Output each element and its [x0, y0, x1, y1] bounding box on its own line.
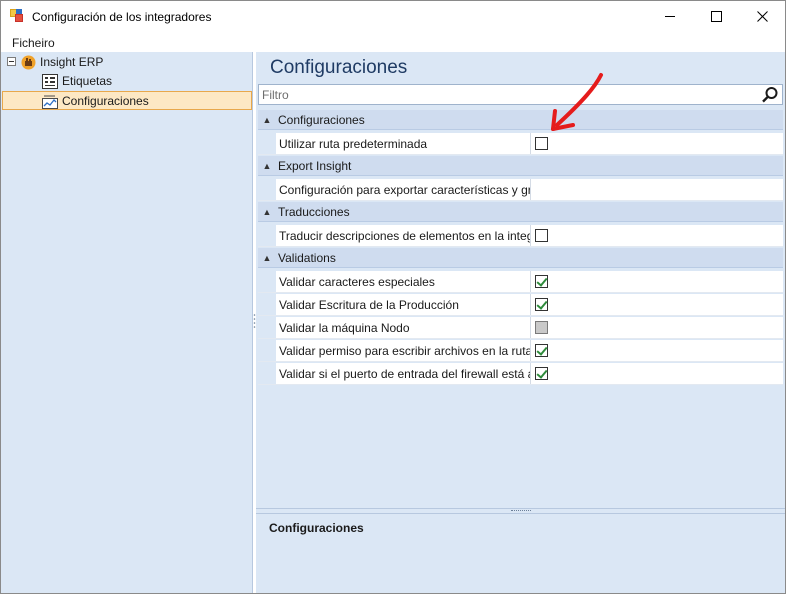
category-label: Traducciones — [278, 204, 350, 219]
menu-bar: Ficheiro — [1, 33, 785, 52]
row-gutter — [258, 294, 276, 315]
factory-icon — [21, 55, 36, 69]
property-grid: ▲ Configuraciones Utilizar ruta predeter… — [258, 110, 783, 386]
property-value-text[interactable] — [531, 179, 783, 200]
property-row: Configuración para exportar característi… — [258, 179, 783, 201]
labels-icon — [42, 73, 58, 89]
help-splitter[interactable] — [256, 508, 785, 514]
property-value — [531, 317, 783, 338]
property-value — [531, 363, 783, 384]
category-row[interactable]: ▲ Configuraciones — [258, 110, 783, 130]
property-name[interactable]: Validar caracteres especiales — [276, 271, 531, 292]
category-row[interactable]: ▲ Export Insight — [258, 156, 783, 176]
tree-panel: Insight ERP Etiquetas Configuraciones — [1, 52, 253, 593]
property-name[interactable]: Utilizar ruta predeterminada — [276, 133, 531, 154]
tree-item-label: Insight ERP — [40, 55, 104, 69]
checkbox-maquina-nodo[interactable] — [535, 321, 548, 334]
property-name[interactable]: Traducir descripciones de elementos en l… — [276, 225, 531, 246]
row-gutter — [258, 225, 276, 246]
annotation-arrow-icon — [551, 73, 603, 131]
close-icon — [756, 11, 768, 22]
property-name[interactable]: Validar Escritura de la Producción — [276, 294, 531, 315]
category-label: Validations — [278, 250, 336, 265]
row-gutter — [258, 317, 276, 338]
property-value — [531, 294, 783, 315]
property-value — [531, 340, 783, 361]
tree-item-label: Etiquetas — [62, 74, 113, 88]
properties-panel: Configuraciones ▲ Configuraciones Utiliz… — [256, 52, 785, 593]
chevron-up-icon[interactable]: ▲ — [258, 202, 276, 222]
property-row: Validar caracteres especiales — [258, 271, 783, 293]
window: Configuración de los integradores Fichei… — [0, 0, 786, 594]
menu-ficheiro[interactable]: Ficheiro — [12, 36, 55, 50]
row-gutter — [258, 179, 276, 200]
property-row: Validar la máquina Nodo — [258, 317, 783, 339]
tree-item-label: Configuraciones — [62, 94, 149, 108]
minimize-button[interactable] — [647, 1, 693, 32]
tree-collapse-toggle[interactable] — [7, 57, 16, 66]
minimize-icon — [664, 16, 675, 17]
property-row: Utilizar ruta predeterminada — [258, 133, 783, 155]
row-gutter — [258, 133, 276, 154]
close-button[interactable] — [739, 1, 785, 32]
property-value — [531, 271, 783, 292]
row-gutter — [258, 363, 276, 384]
search-icon[interactable] — [761, 86, 779, 104]
property-name[interactable]: Validar permiso para escribir archivos e… — [276, 340, 531, 361]
row-gutter — [258, 340, 276, 361]
category-label: Export Insight — [278, 158, 352, 173]
property-value — [531, 225, 783, 246]
title-bar[interactable]: Configuración de los integradores — [1, 1, 785, 33]
tree-item-insight-erp[interactable]: Insight ERP — [21, 53, 103, 71]
chevron-up-icon[interactable]: ▲ — [258, 248, 276, 268]
checkbox-escritura[interactable] — [535, 298, 548, 311]
maximize-button[interactable] — [693, 1, 739, 32]
property-row: Validar si el puerto de entrada del fire… — [258, 363, 783, 385]
checkbox-traducir[interactable] — [535, 229, 548, 242]
property-row: Traducir descripciones de elementos en l… — [258, 225, 783, 247]
maximize-icon — [710, 11, 722, 22]
category-label: Configuraciones — [278, 112, 365, 127]
row-gutter — [258, 271, 276, 292]
checkbox-permiso[interactable] — [535, 344, 548, 357]
filter-input[interactable] — [262, 87, 752, 102]
property-name[interactable]: Validar la máquina Nodo — [276, 317, 531, 338]
property-name[interactable]: Validar si el puerto de entrada del fire… — [276, 363, 531, 384]
category-row[interactable]: ▲ Traducciones — [258, 202, 783, 222]
property-row: Validar Escritura de la Producción — [258, 294, 783, 316]
category-row[interactable]: ▲ Validations — [258, 248, 783, 268]
splitter-grip-icon — [511, 510, 531, 512]
checkbox-firewall[interactable] — [535, 367, 548, 380]
property-row: Validar permiso para escribir archivos e… — [258, 340, 783, 362]
chevron-up-icon[interactable]: ▲ — [258, 110, 276, 130]
help-title: Configuraciones — [269, 521, 364, 535]
app-icon — [10, 9, 23, 22]
settings-chart-icon — [42, 95, 58, 109]
property-name[interactable]: Configuración para exportar característi… — [276, 179, 531, 200]
tree-item-etiquetas[interactable]: Etiquetas — [42, 72, 112, 90]
filter-box — [258, 84, 783, 105]
panel-title: Configuraciones — [270, 57, 408, 78]
checkbox-caracteres[interactable] — [535, 275, 548, 288]
window-title: Configuración de los integradores — [32, 10, 212, 24]
tree-item-configuraciones[interactable]: Configuraciones — [42, 92, 149, 110]
chevron-up-icon[interactable]: ▲ — [258, 156, 276, 176]
